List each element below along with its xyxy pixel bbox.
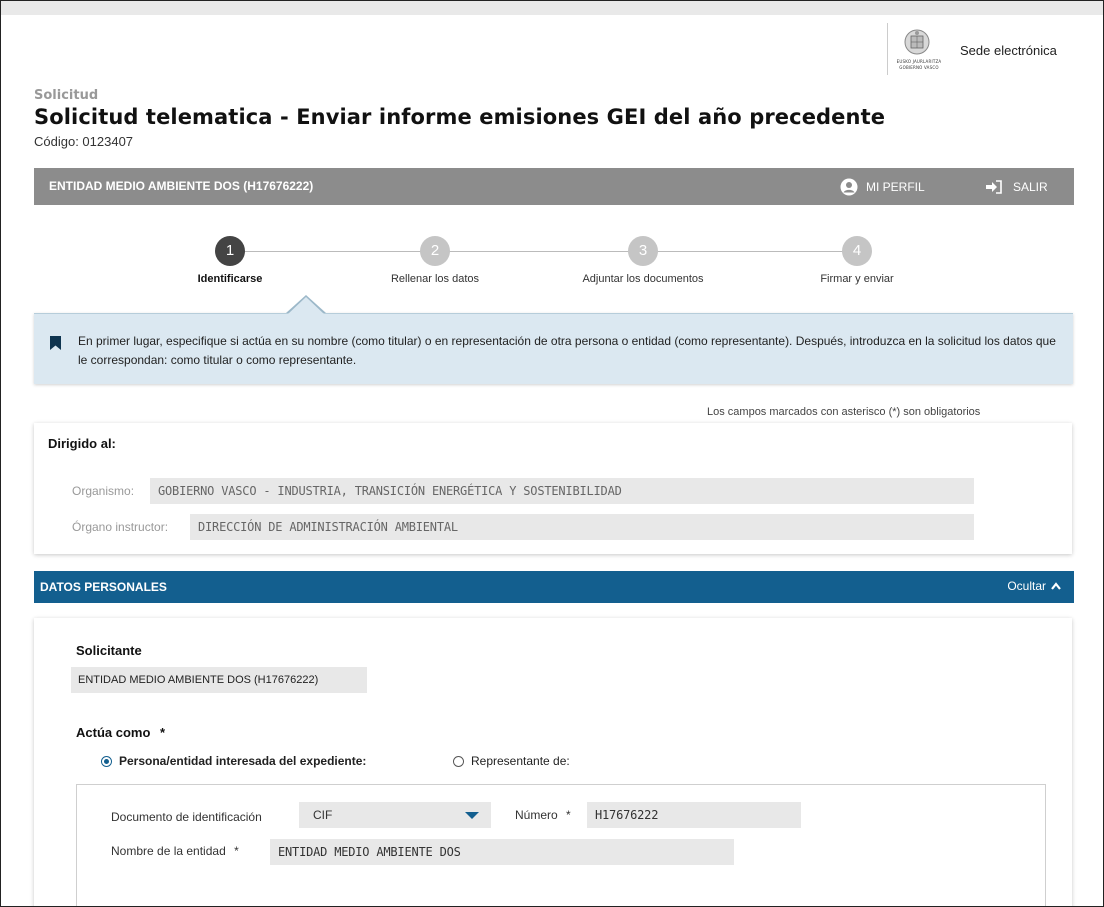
step-2-label: Rellenar los datos [390,273,480,285]
dropdown-caret-icon [465,812,479,819]
numero-label-text: Número [515,808,558,822]
dirigido-title: Dirigido al: [48,436,116,451]
step-1-label[interactable]: Identificarse [160,273,300,285]
dirigido-card: Dirigido al: Organismo: GOBIERNO VASCO -… [34,423,1072,554]
radio-interesada-label: Persona/entidad interesada del expedient… [119,754,367,768]
numero-input[interactable]: H17676222 [587,802,801,828]
my-profile-label: MI PERFIL [866,180,925,194]
my-profile-link[interactable]: MI PERFIL [840,177,925,197]
step-1-circle[interactable]: 1 [215,236,245,266]
logout-label: SALIR [1013,180,1048,194]
top-strip [1,1,1103,15]
required-asterisk: * [160,725,166,740]
identificacion-box: Documento de identificación CIF Número *… [76,784,1046,906]
step-3-circle: 3 [628,236,658,266]
step-2-circle: 2 [420,236,450,266]
required-asterisk: * [234,844,239,858]
datos-personales-header: DATOS PERSONALES Ocultar [34,571,1074,603]
ocultar-toggle[interactable]: Ocultar [1007,579,1061,593]
gobierno-vasco-logo[interactable]: EUSKO JAURLARITZA GOBIERNO VASCO [887,23,948,75]
logo-text-castellano: GOBIERNO VASCO [899,65,939,70]
step-connector [643,251,857,252]
required-asterisk: * [566,808,571,822]
step-pointer-fill [288,297,324,314]
required-fields-note: Los campos marcados con asterisco (*) so… [707,406,981,418]
page-title: Solicitud telematica - Enviar informe em… [34,105,886,129]
info-text: En primer lugar, especifique si actúa en… [78,334,1056,367]
actua-como-label: Actúa como * [76,725,165,740]
coat-of-arms-icon [904,29,930,55]
logout-link[interactable]: SALIR [985,177,1048,197]
organismo-field: GOBIERNO VASCO - INDUSTRIA, TRANSICIÓN E… [150,478,974,504]
user-entity-name: ENTIDAD MEDIO AMBIENTE DOS (H17676222) [49,179,314,193]
datos-personales-title: DATOS PERSONALES [40,580,167,594]
documento-selected-value: CIF [313,808,333,822]
numero-label: Número * [515,808,571,822]
solicitante-label: Solicitante [76,643,142,658]
organo-instructor-field: DIRECCIÓN DE ADMINISTRACIÓN AMBIENTAL [190,514,974,540]
nombre-entidad-input[interactable]: ENTIDAD MEDIO AMBIENTE DOS [270,839,734,865]
organismo-label: Organismo: [72,484,135,498]
radio-representante-label: Representante de: [471,754,570,768]
nombre-entidad-label-text: Nombre de la entidad [111,844,226,858]
actua-como-text: Actúa como [76,725,151,740]
radio-interesada[interactable]: Persona/entidad interesada del expedient… [101,754,366,768]
page-frame: EUSKO JAURLARITZA GOBIERNO VASCO Sede el… [0,0,1104,907]
documento-select[interactable]: CIF [299,802,491,828]
solicitante-field: ENTIDAD MEDIO AMBIENTE DOS (H17676222) [71,667,367,693]
user-profile-icon [840,178,858,196]
radio-interesada-control[interactable] [101,755,112,767]
procedure-code: Código: 0123407 [34,134,134,149]
documento-label: Documento de identificación [111,810,262,824]
radio-representante[interactable]: Representante de: [453,754,570,768]
organo-instructor-label: Órgano instructor: [72,520,169,534]
page-kicker: Solicitud [34,88,99,103]
step-connector [230,251,435,252]
step-4-circle: 4 [842,236,872,266]
step-3-label: Adjuntar los documentos [582,273,704,285]
datos-personales-card: Solicitante ENTIDAD MEDIO AMBIENTE DOS (… [34,618,1072,906]
logo-text-euskera: EUSKO JAURLARITZA [896,59,942,64]
sede-electronica-link[interactable]: Sede electrónica [960,43,1057,58]
sign-out-icon [986,180,1002,194]
step-4-label: Firmar y enviar [820,273,894,285]
ocultar-label: Ocultar [1007,579,1046,593]
bookmark-icon [50,336,61,350]
radio-representante-control[interactable] [453,755,464,767]
user-bar: ENTIDAD MEDIO AMBIENTE DOS (H17676222) M… [34,168,1074,205]
step-connector [435,251,643,252]
nombre-entidad-label: Nombre de la entidad * [111,844,239,858]
info-message: En primer lugar, especifique si actúa en… [34,313,1073,384]
chevron-up-icon [1051,582,1061,590]
